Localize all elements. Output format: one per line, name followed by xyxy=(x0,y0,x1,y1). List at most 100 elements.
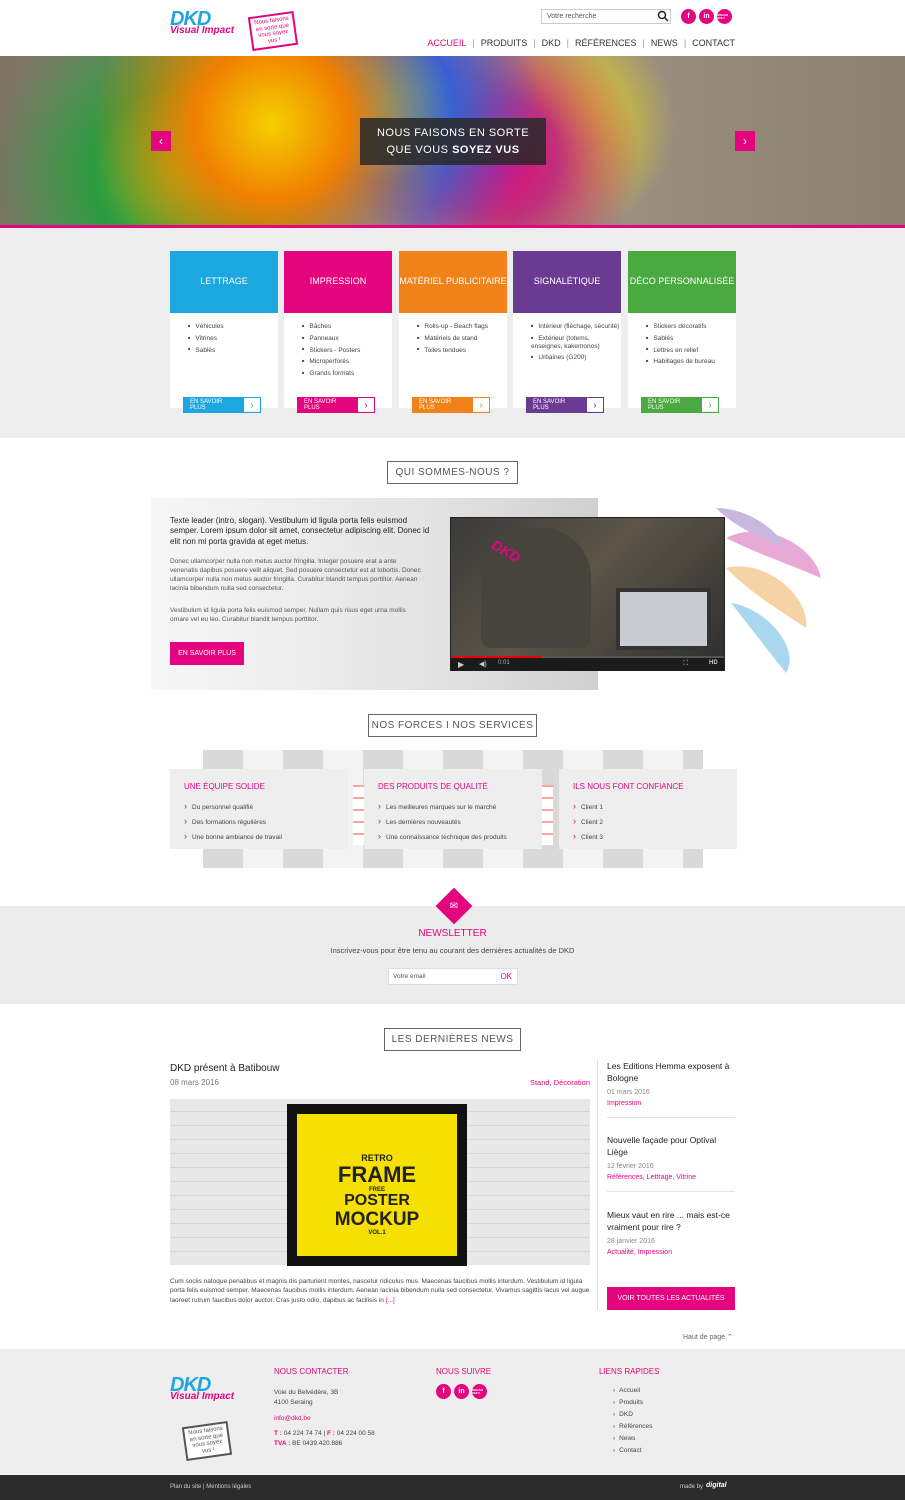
main-news-tags[interactable]: Stand, Décoration xyxy=(450,1078,590,1087)
about-more-button[interactable]: EN SAVOIR PLUS xyxy=(170,642,244,665)
card-more-button[interactable]: EN SAVOIR PLUS › xyxy=(183,397,261,413)
nav-contact[interactable]: CONTACT xyxy=(692,38,735,48)
newsletter-form: Votre email OK xyxy=(388,968,518,985)
footer-address-2: 4100 Seraing xyxy=(274,1398,313,1406)
newsletter-ok-button[interactable]: OK xyxy=(500,972,512,981)
newsletter-email-input[interactable]: Votre email xyxy=(393,973,426,980)
service-card-1[interactable]: IMPRESSION Bâches Panneaux Stickers - Post… xyxy=(284,251,392,413)
card-item: Panneaux xyxy=(302,335,392,343)
footer-link-0[interactable]: Accueil xyxy=(613,1387,652,1394)
linkedin-icon[interactable]: in xyxy=(699,9,714,24)
card-title: MATÉRIEL PUBLICITAIRE xyxy=(399,276,507,287)
footer-address-1: Voie du Belvédère, 3B xyxy=(274,1389,339,1396)
all-news-button[interactable]: VOIR TOUTES LES ACTUALITÉS xyxy=(607,1287,735,1310)
force-item: Les meilleures marques sur le marché xyxy=(378,801,528,811)
force-title: UNE ÉQUIPE SOLIDE xyxy=(184,782,265,791)
search-input[interactable]: Votre recherche xyxy=(541,9,671,24)
card-item: Stickers décoratifs xyxy=(646,323,736,331)
side-news-tags[interactable]: Actualité, Impression xyxy=(607,1249,735,1256)
card-header[interactable]: MATÉRIEL PUBLICITAIRE xyxy=(399,251,507,313)
footer-link-3[interactable]: Références xyxy=(613,1423,652,1430)
search-icon[interactable] xyxy=(657,10,669,25)
main-news-title[interactable]: DKD présent à Batibouw xyxy=(170,1063,280,1074)
footer-link-1[interactable]: Produits xyxy=(613,1399,652,1406)
card-header[interactable]: LETTRAGE xyxy=(170,251,278,313)
footer-email[interactable]: info@dkd.be xyxy=(274,1414,375,1424)
card-item: Matériels de stand xyxy=(417,335,507,343)
footer-link-4[interactable]: News xyxy=(613,1435,652,1442)
card-title: LETTRAGE xyxy=(200,276,248,287)
service-card-2[interactable]: MATÉRIEL PUBLICITAIRE Rolls-up - Beach f… xyxy=(399,251,507,413)
nav-accueil[interactable]: ACCUEIL xyxy=(427,38,466,48)
service-card-3[interactable]: SIGNALÉTIQUE Intérieur (fléchage, sécuri… xyxy=(513,251,621,413)
facebook-icon[interactable]: f xyxy=(681,9,696,24)
side-news-title[interactable]: Nouvelle façade pour Optival Liège xyxy=(607,1135,735,1159)
footer-tel: 04 224 74 74 xyxy=(283,1430,322,1438)
news-title: LES DERNIÈRES NEWS xyxy=(384,1028,521,1051)
video-player[interactable]: DKD ▶ ◀) 0:01 ⛶ HD xyxy=(450,517,725,671)
nav-produits[interactable]: PRODUITS xyxy=(481,38,528,48)
card-more-label: EN SAVOIR PLUS xyxy=(184,398,244,412)
nav-news[interactable]: NEWS xyxy=(651,38,678,48)
card-item: Extérieur (totems, enseignes, kakemonos) xyxy=(531,335,621,351)
card-item: Stickers - Posters xyxy=(302,347,392,355)
agency-logo[interactable]: digital xyxy=(706,1482,727,1489)
main-news-text: Cum sociis natoque penatibus et magnis d… xyxy=(170,1277,590,1305)
main-news-body: Cum sociis natoque penatibus et magnis d… xyxy=(170,1278,590,1304)
hero-prev-button[interactable]: ‹ xyxy=(151,131,171,151)
side-news-tags[interactable]: Impression xyxy=(607,1100,735,1107)
service-card-0[interactable]: LETTRAGE Véhicules Vitrines Sablés EN SAVO… xyxy=(170,251,278,413)
page: DKD Visual Impact Nous faisons en sorte … xyxy=(0,0,905,1500)
dream-badge-icon[interactable]: DREAM ONLY xyxy=(717,9,732,24)
card-header[interactable]: IMPRESSION xyxy=(284,251,392,313)
footer-linkedin-icon[interactable]: in xyxy=(454,1384,469,1399)
footer-logo[interactable]: DKD Visual Impact xyxy=(170,1374,234,1402)
side-news-item[interactable]: Nouvelle façade pour Optival Liège 12 fé… xyxy=(607,1135,735,1192)
hero-caption: NOUS FAISONS EN SORTE QUE VOUS SOYEZ VUS xyxy=(360,118,546,165)
footer-link-5[interactable]: Contact xyxy=(613,1447,652,1454)
back-to-top-label: Haut de page xyxy=(683,1334,726,1341)
logo[interactable]: DKD Visual Impact xyxy=(170,8,234,36)
hero-next-button[interactable]: › xyxy=(735,131,755,151)
card-more-button[interactable]: EN SAVOIR PLUS › xyxy=(526,397,604,413)
tagline-sticker: Nous faisons en sorte que vous soyez vus… xyxy=(247,10,299,52)
nav-references[interactable]: RÉFÉRENCES xyxy=(575,38,637,48)
main-news-image[interactable]: RETRO FRAME FREE POSTER MOCKUP VOL.1 xyxy=(170,1099,590,1266)
footer-facebook-icon[interactable]: f xyxy=(436,1384,451,1399)
footer-link-2[interactable]: DKD xyxy=(613,1411,652,1418)
hero-line2: QUE VOUS SOYEZ VUS xyxy=(370,142,536,159)
main-nav: ACCUEIL | PRODUITS | DKD | RÉFÉRENCES | NEWS… xyxy=(427,38,735,48)
force-item: Du personnel qualifié xyxy=(184,801,334,811)
volume-icon[interactable]: ◀) xyxy=(479,660,487,668)
video-progress-track[interactable] xyxy=(451,656,724,658)
service-card-4[interactable]: DÉCO PERSONNALISÉE Stickers décoratifs Sa… xyxy=(628,251,736,413)
fullscreen-icon[interactable]: ⛶ xyxy=(683,660,688,668)
main-news-more-link[interactable]: [...] xyxy=(386,1297,395,1304)
side-news-title[interactable]: Mieux vaut en rire ... mais est-ce vraim… xyxy=(607,1210,735,1234)
card-item: Sablés xyxy=(646,335,736,343)
force-item: Une bonne ambiance de travail xyxy=(184,831,334,841)
chevron-right-icon: › xyxy=(358,399,374,411)
card-header[interactable]: DÉCO PERSONNALISÉE xyxy=(628,251,736,313)
video-controls: ▶ ◀) 0:01 ⛶ HD xyxy=(451,656,724,671)
card-header[interactable]: SIGNALÉTIQUE xyxy=(513,251,621,313)
card-more-button[interactable]: EN SAVOIR PLUS › xyxy=(641,397,719,413)
card-more-label: EN SAVOIR PLUS xyxy=(642,398,702,412)
social-links: f in DREAM ONLY xyxy=(681,9,732,24)
card-more-button[interactable]: EN SAVOIR PLUS › xyxy=(297,397,375,413)
play-icon[interactable]: ▶ xyxy=(458,660,464,669)
bottom-links[interactable]: Plan du site | Mentions légales xyxy=(170,1484,251,1490)
hd-label[interactable]: HD xyxy=(709,660,718,666)
video-progress-bar xyxy=(451,656,542,658)
side-news-title[interactable]: Les Editions Hemma exposent à Bologne xyxy=(607,1061,735,1085)
side-news-item[interactable]: Les Editions Hemma exposent à Bologne 01… xyxy=(607,1061,735,1118)
side-news-tags[interactable]: Références, Lettrage, Vitrine xyxy=(607,1174,735,1181)
side-news-item[interactable]: Mieux vaut en rire ... mais est-ce vraim… xyxy=(607,1210,735,1256)
footer-dream-badge-icon[interactable]: DREAM ONLY xyxy=(472,1384,487,1399)
nav-dkd[interactable]: DKD xyxy=(542,38,561,48)
footer-logo-subtitle: Visual Impact xyxy=(170,1391,235,1402)
card-more-button[interactable]: EN SAVOIR PLUS › xyxy=(412,397,490,413)
back-to-top-link[interactable]: Haut de page ⌃ xyxy=(683,1333,733,1341)
footer-tel-label: T : xyxy=(274,1430,282,1438)
video-time: 0:01 xyxy=(498,660,510,666)
